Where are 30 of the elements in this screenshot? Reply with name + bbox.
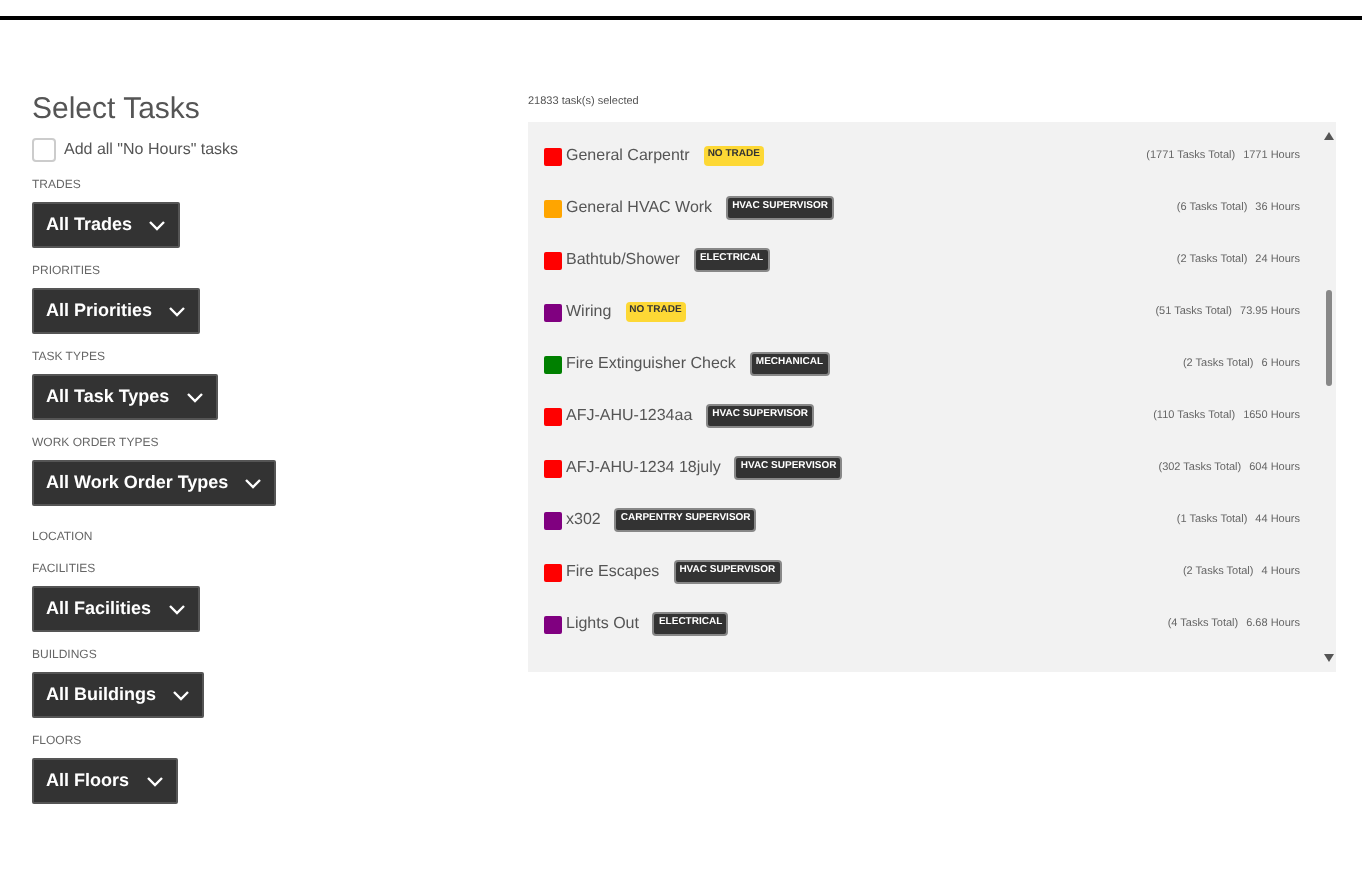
task-name: Fire Extinguisher Check (566, 352, 736, 376)
filter-dropdown[interactable]: All Buildings (32, 672, 204, 718)
task-name: AFJ-AHU-1234 18july (566, 456, 721, 480)
chevron-down-icon (168, 305, 187, 317)
task-name: Fire Escapes (566, 560, 660, 584)
chevron-down-icon (148, 219, 167, 231)
filter-dropdown[interactable]: All Priorities (32, 288, 201, 334)
chevron-down-icon (244, 477, 263, 489)
chevron-down-icon (185, 391, 204, 403)
task-name: General Carpentr (566, 144, 690, 168)
filter-dropdown[interactable]: All Floors (32, 758, 178, 804)
filter-dropdown[interactable]: All Facilities (32, 586, 200, 632)
task-name: x302 (566, 508, 601, 532)
checkbox-label: Add all "No Hours" tasks (64, 138, 239, 162)
checkbox[interactable] (32, 138, 56, 162)
chevron-down-icon (172, 689, 190, 701)
scroll-thumb[interactable] (1325, 289, 1331, 385)
task-name: General HVAC Work (566, 196, 713, 220)
filter-dropdown[interactable]: All Trades (32, 202, 181, 248)
page-title: Select Tasks (32, 92, 200, 128)
task-name: AFJ-AHU-1234aa (566, 404, 693, 428)
task-name: Bathtub/Shower (566, 248, 680, 272)
chevron-down-icon (145, 775, 164, 787)
scroll-down-icon[interactable] (1323, 654, 1333, 662)
scroll-up-icon[interactable] (1323, 132, 1333, 140)
task-name: Wiring (566, 300, 612, 324)
filter-dropdown[interactable]: All Task Types (32, 374, 218, 420)
chevron-down-icon (167, 603, 186, 615)
filter-dropdown[interactable]: All Work Order Types (32, 460, 277, 506)
task-name: Lights Out (566, 612, 639, 636)
